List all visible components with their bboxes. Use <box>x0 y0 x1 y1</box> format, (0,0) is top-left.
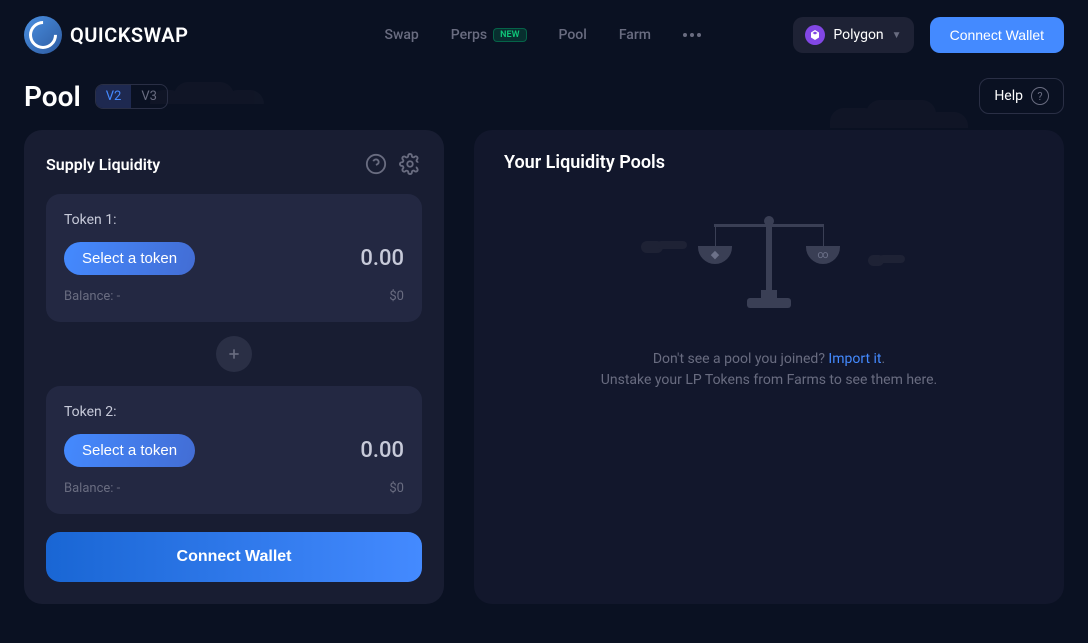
nav-swap[interactable]: Swap <box>384 27 418 43</box>
add-token-button[interactable] <box>216 336 252 372</box>
network-label: Polygon <box>833 27 883 43</box>
connect-wallet-main-button[interactable]: Connect Wallet <box>46 532 422 582</box>
page-title: Pool <box>24 80 81 113</box>
logo[interactable]: QUICKSWAP <box>24 16 188 54</box>
token2-balance-value: $0 <box>389 481 404 496</box>
polygon-icon <box>805 25 825 45</box>
token2-label: Token 2: <box>64 404 404 420</box>
nav-perps[interactable]: Perps NEW <box>451 27 527 43</box>
token1-select-button[interactable]: Select a token <box>64 242 195 275</box>
settings-icon[interactable] <box>398 152 422 176</box>
nav-farm[interactable]: Farm <box>619 27 651 43</box>
token2-select-button[interactable]: Select a token <box>64 434 195 467</box>
help-label: Help <box>994 88 1023 104</box>
token1-balance-value: $0 <box>389 289 404 304</box>
chevron-down-icon: ▼ <box>892 30 902 41</box>
help-icon: ? <box>1031 87 1049 105</box>
empty-text-prefix: Don't see a pool you joined? <box>653 351 829 367</box>
connect-wallet-button[interactable]: Connect Wallet <box>930 17 1064 53</box>
token1-label: Token 1: <box>64 212 404 228</box>
tab-v3[interactable]: V3 <box>131 85 167 108</box>
info-icon[interactable] <box>364 152 388 176</box>
empty-text-line2: Unstake your LP Tokens from Farms to see… <box>601 370 937 391</box>
nav-perps-label: Perps <box>451 27 487 43</box>
pools-title: Your Liquidity Pools <box>504 152 1034 173</box>
network-selector[interactable]: Polygon ▼ <box>793 17 913 53</box>
token1-amount[interactable]: 0.00 <box>360 246 404 271</box>
help-button[interactable]: Help ? <box>979 78 1064 114</box>
token2-card: Token 2: Select a token 0.00 Balance: - … <box>46 386 422 514</box>
token2-amount[interactable]: 0.00 <box>360 438 404 463</box>
supply-liquidity-panel: Supply Liquidity Token 1: Select a token… <box>24 130 444 604</box>
quickswap-logo-icon <box>24 16 62 54</box>
import-link[interactable]: Import it <box>828 351 881 367</box>
new-badge: NEW <box>493 28 526 42</box>
supply-title: Supply Liquidity <box>46 155 160 174</box>
token1-card: Token 1: Select a token 0.00 Balance: - … <box>46 194 422 322</box>
empty-text-suffix: . <box>881 351 885 367</box>
more-icon <box>683 33 701 37</box>
version-tabs: V2 V3 <box>95 84 168 109</box>
tab-v2[interactable]: V2 <box>96 85 132 108</box>
empty-state-illustration: ◆ ∞ <box>669 203 869 323</box>
nav-pool[interactable]: Pool <box>559 27 587 43</box>
logo-text: QUICKSWAP <box>70 23 188 47</box>
token1-balance-label: Balance: - <box>64 289 120 304</box>
liquidity-pools-panel: Your Liquidity Pools ◆ ∞ Don't see a poo… <box>474 130 1064 604</box>
token2-balance-label: Balance: - <box>64 481 120 496</box>
nav-more[interactable] <box>683 33 701 37</box>
